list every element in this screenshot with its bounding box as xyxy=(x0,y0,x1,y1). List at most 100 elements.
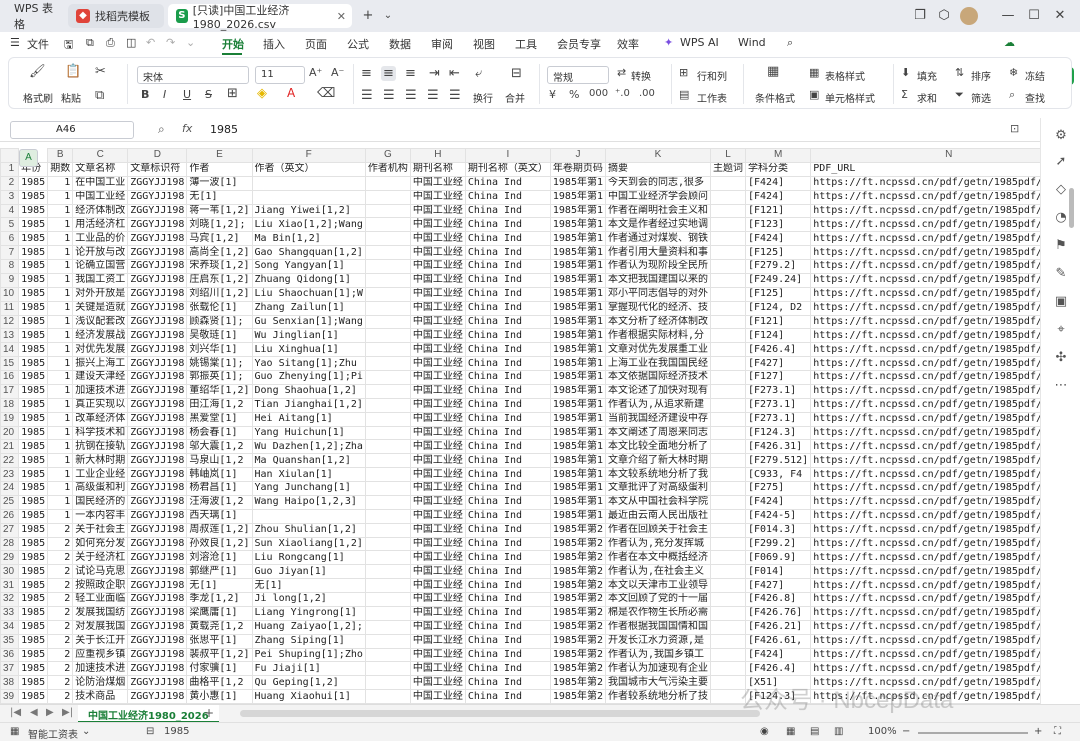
cell[interactable] xyxy=(364,314,411,330)
cell[interactable] xyxy=(364,356,411,371)
cell[interactable]: 1985年第1 xyxy=(549,189,607,205)
cell[interactable]: 1 xyxy=(47,453,74,469)
menu-efficiency[interactable]: 效率 xyxy=(617,36,639,52)
cell[interactable]: https://ft.ncpssd.cn/pdf/getn/1985pdf/19… xyxy=(810,217,1040,233)
cell[interactable]: ZGGYJJ198 xyxy=(127,231,188,247)
first-sheet-icon[interactable]: |◀ xyxy=(10,707,21,718)
cell[interactable]: 论开放与改 xyxy=(72,245,129,260)
vertical-scrollbar[interactable] xyxy=(1069,188,1074,228)
cell[interactable]: 马泉山[1,2 xyxy=(186,453,253,469)
cell[interactable]: Song Yangyan[1] xyxy=(251,259,366,274)
cell[interactable]: 曲格平[1,2 xyxy=(186,675,253,691)
cell[interactable]: 作者认为,从追求新建 xyxy=(605,397,711,413)
cell[interactable]: [F273.1] xyxy=(744,397,812,413)
cell[interactable]: 季龙[1,2] xyxy=(186,592,253,607)
cell[interactable]: ZGGYJJ198 xyxy=(127,508,188,524)
cell[interactable]: 1985 xyxy=(18,259,49,274)
cell[interactable]: 高尚全[1,2] xyxy=(186,245,253,260)
cell[interactable]: ZGGYJJ198 xyxy=(127,328,188,344)
cell[interactable]: 期刊名称（英文） xyxy=(464,161,551,177)
cell[interactable] xyxy=(710,383,746,399)
cell[interactable]: [F426.31] xyxy=(744,439,812,455)
cell[interactable]: China Ind xyxy=(464,272,551,288)
worksheet-icon[interactable]: ▤ xyxy=(679,88,689,101)
cell[interactable]: https://ft.ncpssd.cn/pdf/getn/1985pdf/19… xyxy=(810,453,1040,469)
freeze-button[interactable]: 冻结 xyxy=(1025,68,1045,83)
column-header-l[interactable]: L xyxy=(710,148,746,163)
cell[interactable] xyxy=(710,342,746,358)
cell[interactable]: China Ind xyxy=(464,647,551,663)
menu-home[interactable]: 开始 xyxy=(222,36,244,52)
cell[interactable]: https://ft.ncpssd.cn/pdf/getn/1985pdf/19… xyxy=(810,245,1040,260)
find-button[interactable]: 查找 xyxy=(1025,90,1045,105)
cell[interactable]: 刘晓[1,2]; xyxy=(186,217,253,233)
cell[interactable]: 1985年第2 xyxy=(549,605,607,621)
cell[interactable]: 期刊名称 xyxy=(409,161,466,177)
zoom-slider[interactable] xyxy=(918,732,1028,734)
strikethrough-icon[interactable]: S xyxy=(205,88,212,101)
cell[interactable]: 棉是农作物生长所必需 xyxy=(605,605,711,621)
cell[interactable]: 中国工业经 xyxy=(409,453,466,469)
cell[interactable]: 我国城市大气污染主要 xyxy=(605,675,711,691)
menu-insert[interactable]: 插入 xyxy=(263,36,285,52)
page-view-icon[interactable]: ▤ xyxy=(810,726,819,737)
cell[interactable] xyxy=(710,203,746,219)
cell[interactable]: 1985年第1 xyxy=(549,217,607,233)
cell[interactable]: https://ft.ncpssd.cn/pdf/getn/1985pdf/19… xyxy=(810,342,1040,358)
cell[interactable]: 1 xyxy=(47,272,74,288)
cell[interactable]: 中国工业经 xyxy=(409,550,466,566)
cell[interactable]: 本文阐述了周恩来同志 xyxy=(605,425,711,441)
conditional-format-icon[interactable]: ▦ xyxy=(767,64,779,79)
chevron-down-icon[interactable]: ⌄ xyxy=(378,6,398,26)
cell[interactable] xyxy=(364,203,411,219)
menu-data[interactable]: 数据 xyxy=(389,36,411,52)
cell[interactable] xyxy=(710,189,746,205)
column-header-n[interactable]: N xyxy=(810,148,1040,163)
wrap-button[interactable]: 换行 xyxy=(473,90,493,105)
cell[interactable]: 中国工业经 xyxy=(409,592,466,607)
name-box[interactable]: A46 xyxy=(10,121,134,139)
row-header[interactable]: 37 xyxy=(0,661,20,677)
cell[interactable] xyxy=(364,189,411,205)
cell[interactable] xyxy=(364,508,411,524)
cell[interactable]: Liu Xiao[1,2];Wang xyxy=(251,217,366,233)
cell[interactable]: 1985 xyxy=(18,245,49,260)
cell[interactable]: 1985 xyxy=(18,300,49,316)
cell[interactable]: 工业企业经 xyxy=(72,467,129,482)
cell[interactable]: 1985年第1 xyxy=(549,453,607,469)
cell[interactable]: China Ind xyxy=(464,661,551,677)
cell[interactable]: 文章介绍了新大林时期 xyxy=(605,453,711,469)
cell[interactable]: 1985 xyxy=(18,578,49,593)
cell[interactable]: ZGGYJJ198 xyxy=(127,175,188,191)
zoom-out-icon[interactable]: − xyxy=(902,726,910,737)
cell[interactable] xyxy=(710,245,746,260)
cell[interactable]: 1985 xyxy=(18,439,49,455)
cell[interactable]: 改革经济体 xyxy=(72,411,129,427)
cell[interactable]: 1985 xyxy=(18,550,49,566)
cell[interactable]: 作者认为现阶段全民所 xyxy=(605,259,711,274)
cell[interactable]: 刘溶沧[1] xyxy=(186,550,253,566)
cell[interactable]: 1985 xyxy=(18,592,49,607)
cell[interactable]: 中国工业经 xyxy=(409,578,466,593)
cell[interactable]: 1 xyxy=(47,189,74,205)
cell[interactable]: 作者认为加速现有企业 xyxy=(605,661,711,677)
cell[interactable]: 姚锡棠[1]; xyxy=(186,356,253,371)
indent-icon[interactable]: ⇥ xyxy=(429,66,440,81)
find-icon[interactable]: ⌕ xyxy=(1009,88,1015,102)
menu-formula[interactable]: 公式 xyxy=(347,36,369,52)
decrease-font-icon[interactable]: A⁻ xyxy=(331,66,344,79)
cell[interactable]: 韩岫岚[1] xyxy=(186,467,253,482)
cell[interactable]: China Ind xyxy=(464,564,551,580)
cell[interactable]: 1 xyxy=(47,314,74,330)
cell[interactable] xyxy=(710,397,746,413)
cell[interactable]: ZGGYJJ198 xyxy=(127,425,188,441)
cell[interactable]: 1 xyxy=(47,259,74,274)
maximize-icon[interactable]: ☐ xyxy=(1024,6,1044,26)
cell[interactable]: 周叔莲[1,2] xyxy=(186,522,253,538)
eraser-icon[interactable]: ⌫ xyxy=(317,86,335,101)
cell[interactable]: 1985 xyxy=(18,536,49,552)
cell[interactable]: 作者在回顾关于社会主 xyxy=(605,522,711,538)
cell[interactable] xyxy=(364,536,411,552)
font-name-select[interactable]: 宋体 xyxy=(137,66,249,84)
cell[interactable]: 中国工业经 xyxy=(409,356,466,371)
